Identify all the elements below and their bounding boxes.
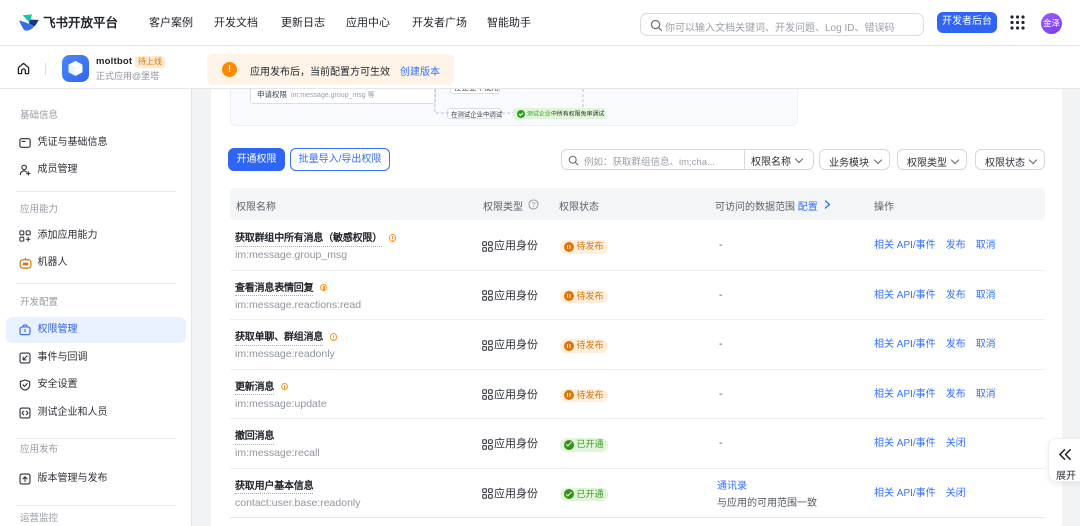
svg-text:?: ? bbox=[532, 201, 536, 208]
